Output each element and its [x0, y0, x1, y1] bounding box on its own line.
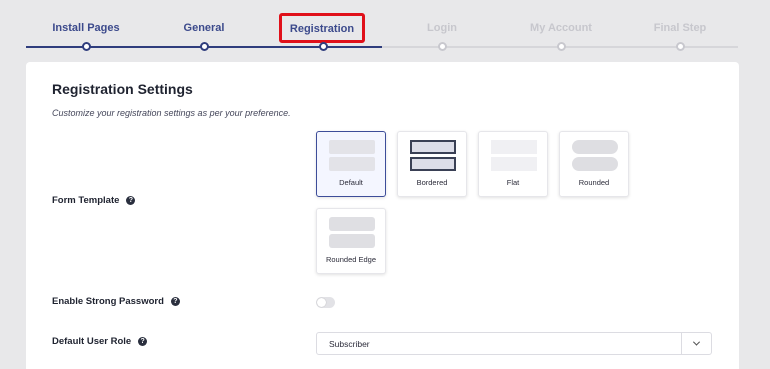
form-template-label-text: Form Template	[52, 195, 120, 206]
field-preview	[572, 140, 618, 154]
template-option-rounded[interactable]: Rounded	[559, 131, 629, 197]
form-template-label: Form Template ?	[52, 195, 136, 206]
toggle-knob	[317, 298, 326, 307]
field-preview	[572, 157, 618, 171]
template-option-label: Bordered	[416, 178, 448, 187]
field-preview	[329, 157, 375, 171]
step-label: Final Step	[653, 22, 707, 34]
field-preview	[329, 217, 375, 231]
field-preview	[410, 157, 456, 171]
step-dot	[82, 42, 91, 51]
user-role-select[interactable]: Subscriber	[316, 332, 712, 355]
field-preview	[491, 157, 537, 171]
chevron-down-icon	[692, 338, 701, 346]
step-label: Registration	[279, 13, 365, 43]
template-option-rounded-edge[interactable]: Rounded Edge	[316, 208, 386, 274]
step-dot	[438, 42, 447, 51]
page-title: Registration Settings	[52, 81, 193, 97]
template-option-default[interactable]: Default	[316, 131, 386, 197]
step-label: Login	[427, 22, 457, 34]
field-preview	[329, 140, 375, 154]
registration-settings-card: Registration Settings Customize your reg…	[26, 62, 739, 369]
step-dot	[319, 42, 328, 51]
help-icon[interactable]: ?	[170, 297, 180, 306]
template-option-label: Rounded Edge	[325, 255, 377, 264]
strong-password-label-text: Enable Strong Password	[52, 296, 164, 307]
field-preview	[329, 234, 375, 248]
template-option-bordered[interactable]: Bordered	[397, 131, 467, 197]
strong-password-label: Enable Strong Password ?	[52, 296, 180, 307]
user-role-label-text: Default User Role	[52, 336, 132, 347]
help-icon[interactable]: ?	[138, 337, 148, 346]
step-label: My Account	[530, 22, 592, 34]
page-description: Customize your registration settings as …	[52, 108, 291, 118]
template-option-label: Default	[339, 178, 363, 187]
step-label: Install Pages	[52, 22, 120, 34]
template-option-label: Flat	[506, 178, 520, 187]
setup-stepper: Install Pages General Registration Login…	[0, 0, 770, 60]
template-option-flat[interactable]: Flat	[478, 131, 548, 197]
help-icon[interactable]: ?	[126, 196, 136, 205]
field-preview	[410, 140, 456, 154]
step-label: General	[183, 22, 225, 34]
dropdown-toggle[interactable]	[681, 333, 711, 354]
field-preview	[491, 140, 537, 154]
step-dot	[676, 42, 685, 51]
step-dot	[557, 42, 566, 51]
step-dot	[200, 42, 209, 51]
user-role-label: Default User Role ?	[52, 336, 148, 347]
template-option-label: Rounded	[578, 178, 610, 187]
user-role-value: Subscriber	[329, 339, 370, 349]
strong-password-toggle[interactable]	[316, 297, 335, 308]
